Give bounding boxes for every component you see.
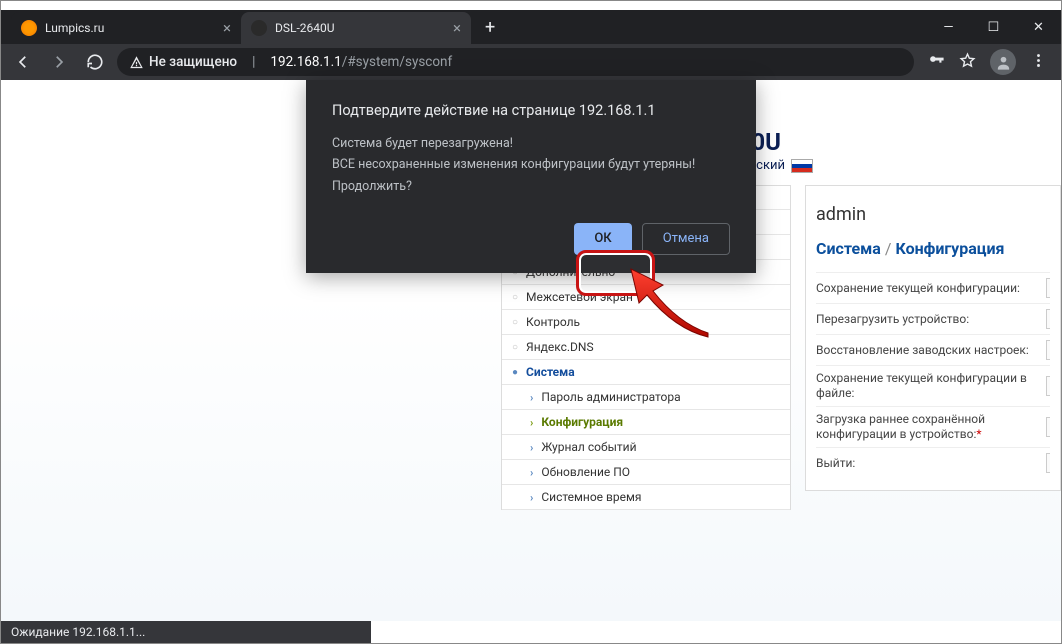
close-window-button[interactable]: ✕ — [1016, 10, 1061, 44]
star-icon[interactable] — [959, 52, 976, 73]
forward-button[interactable] — [45, 48, 73, 76]
favicon-lumpics — [21, 20, 37, 36]
ok-button[interactable]: ОК — [574, 223, 631, 255]
status-bar: Ожидание 192.168.1.1... — [1, 621, 371, 643]
reload-button[interactable] — [81, 48, 109, 76]
tab-dsl[interactable]: DSL-2640U × — [241, 12, 471, 44]
window-controls: — ☐ ✕ — [926, 10, 1061, 44]
close-icon[interactable]: × — [223, 19, 231, 37]
new-tab-button[interactable]: + — [471, 17, 509, 38]
nav-control[interactable]: ○Контроль — [502, 310, 790, 335]
toolbar: Не защищено | 192.168.1.1/#system/syscon… — [1, 44, 1061, 80]
minimize-button[interactable]: — — [926, 10, 971, 44]
save-file-button[interactable] — [1046, 376, 1050, 396]
confirm-dialog: Подтвердите действие на странице 192.168… — [306, 80, 756, 273]
favicon-dsl — [251, 20, 267, 36]
load-button[interactable] — [1046, 417, 1050, 437]
key-icon[interactable] — [928, 52, 945, 73]
nav-firewall[interactable]: ○Межсетевой экран — [502, 285, 790, 310]
nav-sub-password[interactable]: ›Пароль администратора — [502, 385, 790, 410]
maximize-button[interactable]: ☐ — [971, 10, 1016, 44]
reboot-button[interactable] — [1046, 309, 1050, 329]
nav-system[interactable]: ●Система — [502, 360, 790, 385]
opt-save: Сохранение текущей конфигурации: — [816, 272, 1050, 303]
opt-logout: Выйти: — [816, 447, 1050, 478]
dialog-body: Система будет перезагружена! ВСЕ несохра… — [332, 133, 730, 197]
nav-sub-log[interactable]: ›Журнал событий — [502, 435, 790, 460]
nav-sub-update[interactable]: ›Обновление ПО — [502, 460, 790, 485]
flag-ru-icon — [791, 159, 813, 173]
back-button[interactable] — [9, 48, 37, 76]
opt-reboot: Перезагрузить устройство: — [816, 303, 1050, 334]
cancel-button[interactable]: Отмена — [642, 223, 730, 255]
nav-sub-config[interactable]: ›Конфигурация — [502, 410, 790, 435]
tab-strip: Lumpics.ru × DSL-2640U × + — [1, 10, 1061, 44]
tab-title: DSL-2640U — [275, 21, 335, 35]
dialog-title: Подтвердите действие на странице 192.168… — [332, 102, 730, 119]
opt-save-file: Сохранение текущей конфигурации в файле: — [816, 365, 1050, 406]
nav-yandex[interactable]: ○Яндекс.DNS — [502, 335, 790, 360]
opt-factory: Восстановление заводских настроек: — [816, 334, 1050, 365]
tab-lumpics[interactable]: Lumpics.ru × — [11, 12, 241, 44]
close-icon[interactable]: × — [453, 19, 461, 37]
config-panel: admin Система/Конфигурация Сохранение те… — [805, 185, 1061, 491]
nav-sub-time[interactable]: ›Системное время — [502, 485, 790, 510]
save-button[interactable] — [1046, 278, 1050, 298]
opt-load: Загрузка раннее сохранённой конфигурации… — [816, 406, 1050, 447]
url-text: 192.168.1.1/#system/sysconf — [270, 54, 452, 70]
address-bar[interactable]: Не защищено | 192.168.1.1/#system/syscon… — [117, 48, 914, 76]
menu-button[interactable] — [1030, 52, 1047, 73]
factory-button[interactable] — [1046, 340, 1050, 360]
not-secure-warning: Не защищено — [129, 54, 237, 70]
admin-label: admin — [816, 194, 1050, 239]
logout-button[interactable] — [1046, 453, 1050, 473]
tab-title: Lumpics.ru — [45, 21, 104, 35]
breadcrumb: Система/Конфигурация — [816, 239, 1050, 272]
profile-avatar[interactable] — [990, 49, 1016, 75]
